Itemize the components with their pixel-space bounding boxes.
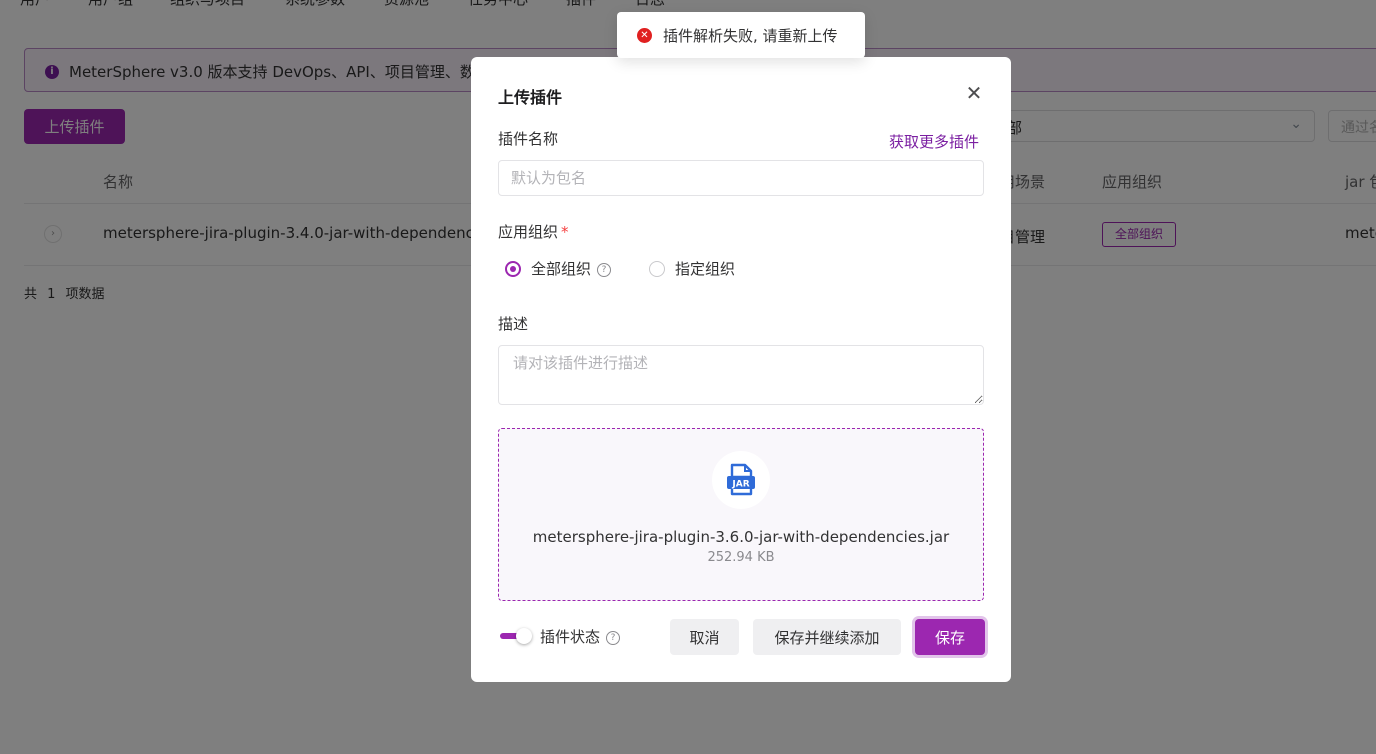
toggle-knob [516, 628, 532, 644]
upload-plugin-dialog: 上传插件 ✕ 插件名称 获取更多插件 应用组织* 全部组织? 指定组织 描述 J… [471, 57, 1011, 682]
jar-file-svg: JAR [727, 463, 755, 496]
org-label: 应用组织 * [498, 221, 569, 242]
cancel-button[interactable]: 取消 [670, 619, 739, 655]
jar-file-icon: JAR [712, 451, 770, 509]
radio-all-orgs-label: 全部组织? [531, 258, 612, 279]
save-button[interactable]: 保存 [915, 619, 985, 655]
error-icon: ✕ [637, 28, 652, 43]
close-icon[interactable]: ✕ [963, 83, 985, 105]
toast-message: 插件解析失败, 请重新上传 [663, 27, 838, 45]
radio-all-orgs-text: 全部组织 [531, 260, 592, 278]
uploaded-file-size: 252.94 KB [707, 550, 775, 565]
description-textarea[interactable] [498, 345, 984, 405]
error-toast: ✕ 插件解析失败, 请重新上传 [617, 12, 865, 58]
get-more-plugins-link[interactable]: 获取更多插件 [889, 131, 979, 152]
plugin-status-label: 插件状态? [540, 626, 621, 647]
plugin-name-input[interactable] [498, 160, 984, 196]
file-upload-dropzone[interactable]: JAR metersphere-jira-plugin-3.6.0-jar-wi… [498, 428, 984, 601]
jar-icon-text: JAR [731, 480, 749, 490]
plugin-status-toggle[interactable] [500, 628, 532, 644]
description-label: 描述 [498, 315, 529, 333]
dialog-title: 上传插件 [498, 88, 563, 107]
radio-circle-checked [505, 261, 521, 277]
help-icon[interactable]: ? [597, 263, 612, 277]
radio-circle [649, 261, 665, 277]
required-mark: * [561, 223, 569, 241]
plugin-status-text: 插件状态 [540, 628, 601, 646]
help-icon[interactable]: ? [606, 631, 621, 645]
uploaded-file-name: metersphere-jira-plugin-3.6.0-jar-with-d… [532, 528, 950, 546]
org-label-text: 应用组织 [498, 223, 559, 241]
radio-specified-orgs-label: 指定组织 [675, 260, 736, 278]
save-and-continue-button[interactable]: 保存并继续添加 [753, 619, 901, 655]
plugin-name-label: 插件名称 [498, 130, 559, 148]
